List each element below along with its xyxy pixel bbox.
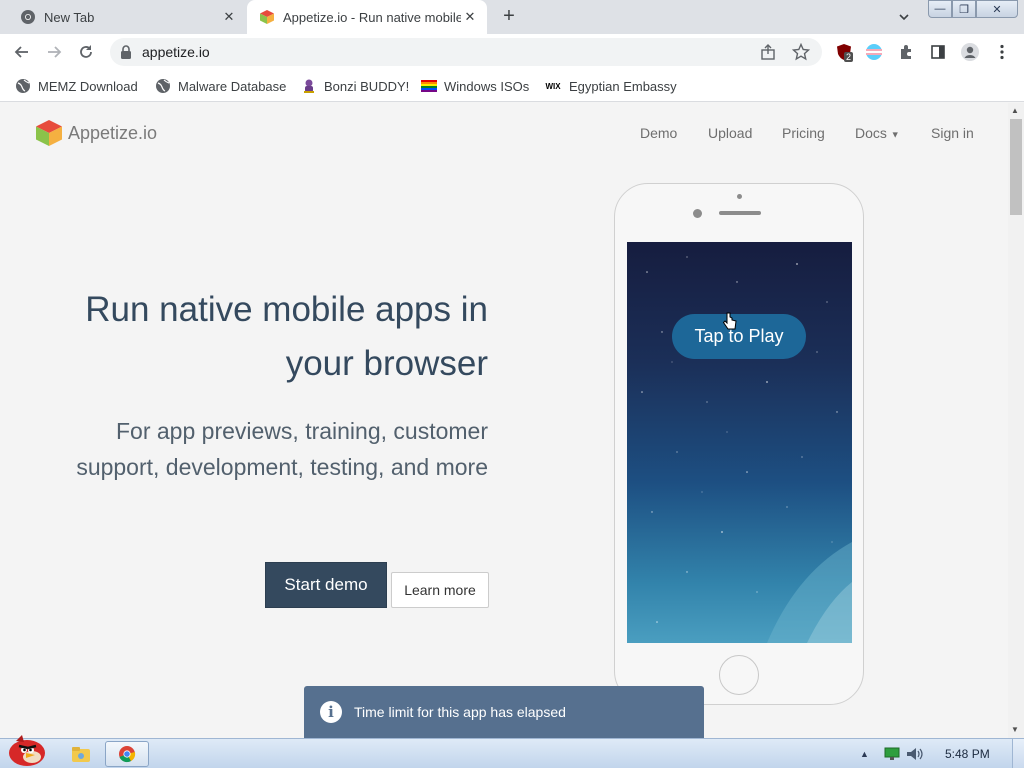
forward-button[interactable] (42, 41, 66, 63)
page-viewport: Appetize.io Demo Upload Pricing Docs ▼ S… (0, 103, 1008, 738)
learn-more-button[interactable]: Learn more (391, 572, 489, 608)
appetize-logo[interactable]: Appetize.io (34, 118, 157, 148)
start-demo-button[interactable]: Start demo (265, 562, 387, 608)
chrome-logo-icon (119, 746, 136, 763)
tap-to-play-button[interactable]: Tap to Play (672, 314, 806, 359)
scrollbar-thumb[interactable] (1010, 119, 1022, 215)
start-button-angry-bird-icon[interactable] (4, 733, 50, 767)
show-desktop-button[interactable] (1012, 739, 1024, 768)
address-bar[interactable]: appetize.io (110, 38, 822, 66)
browser-toolbar: appetize.io 2 (0, 34, 1024, 70)
show-hidden-icons-arrow-icon[interactable]: ▲ (860, 747, 869, 761)
bookmark-egyptian-embassy[interactable]: WIX Egyptian Embassy (544, 76, 677, 96)
chrome-icon (21, 10, 35, 24)
brand-name: Appetize.io (68, 122, 158, 143)
phone-sensor (737, 194, 742, 199)
back-arrow-icon (14, 46, 28, 58)
toast-message: Time limit for this app has elapsed (354, 704, 566, 720)
tab-title: Appetize.io - Run native mobile apps in … (283, 9, 461, 25)
bookmark-windows-isos[interactable]: Windows ISOs (421, 76, 529, 96)
pride-extension-icon[interactable] (864, 42, 884, 62)
tab-strip: New Tab ✕ Appetize.io - Run native mobil… (0, 0, 1024, 34)
bookmark-label: Malware Database (178, 78, 287, 94)
nav-docs[interactable]: Docs ▼ (855, 125, 900, 141)
tab-title: New Tab (44, 9, 95, 25)
window-restore-button[interactable]: ❐ (952, 0, 976, 18)
phone-speaker (719, 211, 761, 215)
window-minimize-button[interactable]: — (928, 0, 952, 18)
tab-new-tab[interactable]: New Tab ✕ (8, 0, 246, 34)
file-explorer-icon[interactable] (68, 741, 94, 767)
bookmark-label: Windows ISOs (444, 78, 530, 94)
menu-kebab-icon[interactable] (992, 42, 1012, 62)
hero-subheadline: For app previews, training, customer sup… (76, 418, 488, 480)
nav-sign-in[interactable]: Sign in (931, 125, 974, 141)
taskbar-chrome-button[interactable] (105, 741, 149, 767)
profile-avatar-icon[interactable] (960, 42, 980, 62)
wix-icon: WIX (545, 81, 561, 91)
bookmark-label: Egyptian Embassy (569, 78, 677, 94)
appetize-cube-icon (36, 120, 62, 146)
appetize-cube-icon (260, 10, 274, 24)
url-text[interactable]: appetize.io (142, 44, 210, 60)
hero-headline: Run native mobile apps in your browser (85, 290, 488, 383)
bookmark-label: Bonzi BUDDY! (324, 78, 410, 94)
back-button[interactable] (10, 41, 34, 63)
page-scrollbar[interactable]: ▲ ▼ (1008, 103, 1024, 738)
network-icon[interactable] (884, 747, 900, 761)
phone-screen[interactable]: Tap to Play (627, 242, 852, 643)
reload-icon (80, 45, 92, 58)
extension-badge: 2 (844, 52, 854, 62)
rainbow-flag-icon (421, 78, 437, 94)
nav-pricing[interactable]: Pricing (782, 125, 825, 141)
phone-camera (693, 209, 702, 218)
globe-icon (155, 78, 171, 94)
ublock-extension-icon[interactable]: 2 (834, 42, 854, 62)
scroll-down-arrow-icon[interactable]: ▼ (1011, 725, 1019, 734)
extensions-puzzle-icon[interactable] (896, 42, 916, 62)
share-icon[interactable] (760, 44, 776, 60)
time-limit-toast: i Time limit for this app has elapsed (304, 686, 704, 738)
volume-icon[interactable] (906, 747, 924, 761)
bookmark-bonzi-buddy[interactable]: Bonzi BUDDY! (301, 76, 409, 96)
bookmarks-bar: MEMZ Download Malware Database Bonzi BUD… (0, 70, 1024, 102)
side-panel-icon[interactable] (928, 42, 948, 62)
close-tab-icon[interactable]: ✕ (461, 8, 479, 26)
tab-search-chevron-icon[interactable] (896, 9, 912, 25)
reload-button[interactable] (74, 41, 98, 63)
windows-taskbar: ▲ 5:48 PM (0, 735, 1024, 768)
nav-demo[interactable]: Demo (640, 125, 677, 141)
lock-icon[interactable] (120, 45, 132, 59)
globe-icon (15, 78, 31, 94)
nav-docs-label: Docs (855, 125, 887, 141)
caret-down-icon: ▼ (890, 129, 900, 140)
bonzi-icon (301, 78, 317, 94)
bookmark-label: MEMZ Download (38, 78, 138, 94)
close-tab-icon[interactable]: ✕ (220, 8, 238, 26)
starfield-background (641, 256, 852, 643)
phone-home-button (719, 655, 759, 695)
tab-appetize[interactable]: Appetize.io - Run native mobile apps in … (247, 0, 487, 34)
hand-cursor-icon (723, 312, 737, 330)
nav-upload[interactable]: Upload (708, 125, 752, 141)
forward-arrow-icon (48, 46, 62, 58)
window-close-button[interactable]: ✕ (976, 0, 1018, 18)
bookmark-malware-database[interactable]: Malware Database (155, 76, 286, 96)
scroll-up-arrow-icon[interactable]: ▲ (1011, 106, 1019, 115)
bookmark-star-icon[interactable] (792, 43, 810, 61)
bookmark-memz-download[interactable]: MEMZ Download (15, 76, 138, 96)
phone-mockup: Tap to Play (614, 183, 864, 705)
taskbar-clock[interactable]: 5:48 PM (945, 747, 990, 761)
info-icon: i (320, 701, 342, 723)
new-tab-button[interactable]: + (498, 6, 520, 27)
